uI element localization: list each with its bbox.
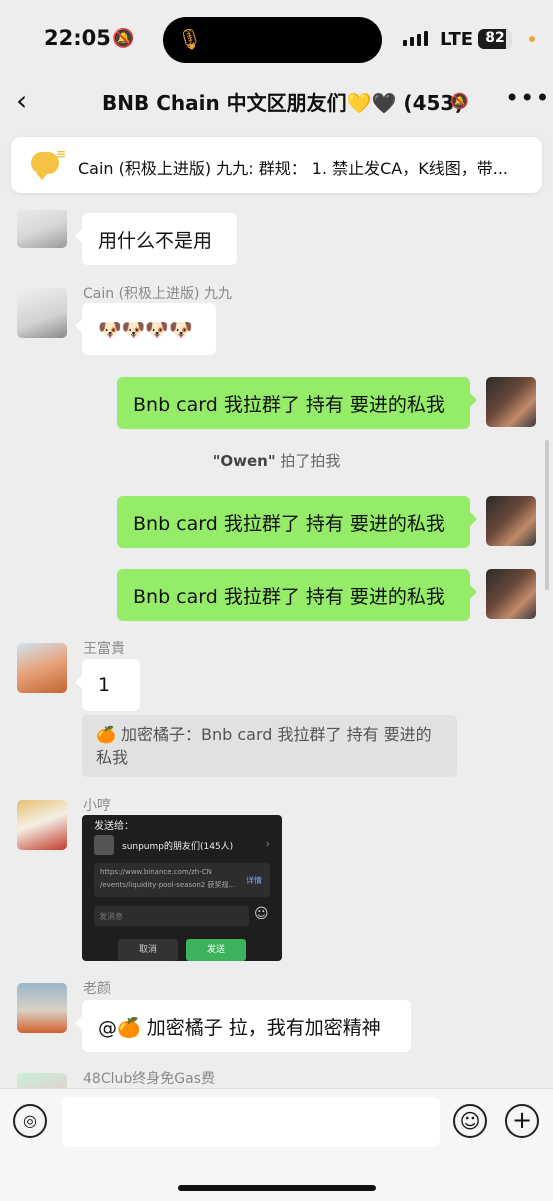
notice-text: Cain (积极上进版) 九九: 群规： 1. 禁止发CA，K线图，带... — [78, 159, 509, 178]
message-bubble-outgoing[interactable]: Bnb card 我拉群了 持有 要进的私我 — [117, 377, 477, 429]
group-notice[interactable]: ≡ Cain (积极上进版) 九九: 群规： 1. 禁止发CA，K线图，带... — [11, 137, 542, 193]
image-send: 发送 — [186, 939, 246, 961]
image-message-box: 发消息 — [94, 906, 249, 926]
group-avatar-icon — [94, 835, 114, 855]
status-bar: 22:05 🔕 🎙 LTE 82 — [0, 0, 553, 80]
image-message[interactable]: 发送给： sunpump的朋友们(145人) › https://www.bin… — [82, 815, 282, 961]
network-type: LTE — [440, 29, 474, 50]
chevron-left-icon[interactable]: ‹ — [16, 84, 27, 117]
message-bubble-outgoing[interactable]: Bnb card 我拉群了 持有 要进的私我 — [117, 496, 477, 548]
chat-header: ‹ BNB Chain 中文区朋友们💛🖤 (453) 🔕 ••• — [0, 80, 553, 124]
smile-icon: ☺ — [254, 906, 269, 922]
voice-icon[interactable]: ◎ — [13, 1104, 47, 1138]
image-details: 详情 — [246, 876, 262, 885]
home-indicator — [178, 1185, 376, 1191]
battery-icon: 82 — [478, 29, 512, 49]
microphone-icon: 🎙 — [177, 27, 203, 51]
pat-action: 拍了拍我 — [275, 452, 341, 470]
announcement-rays: ≡ — [56, 147, 67, 161]
input-bar: ◎ ☺ + — [0, 1088, 553, 1201]
privacy-dot — [529, 36, 535, 42]
image-group-name: sunpump的朋友们(145人) — [122, 842, 234, 852]
mute-icon: 🔕 — [450, 92, 469, 110]
my-avatar[interactable] — [486, 569, 536, 619]
sender-name: 老颜 — [83, 981, 111, 997]
battery-percent: 82 — [485, 30, 505, 46]
dynamic-island: 🎙 — [163, 17, 382, 63]
message-bubble[interactable]: 用什么不是用 — [75, 213, 237, 265]
message-input[interactable] — [62, 1097, 440, 1147]
sender-name: 王富貴 — [83, 641, 125, 657]
bell-off-icon: 🔕 — [112, 28, 135, 49]
message-list[interactable]: 用什么不是用 Cain (积极上进版) 九九 🐶🐶🐶🐶 Bnb card 我拉群… — [0, 210, 553, 1090]
chevron-right-icon: › — [265, 837, 270, 850]
sender-name: 48Club终身免Gas费 — [83, 1071, 215, 1087]
announcement-icon — [31, 152, 59, 180]
status-time: 22:05 — [44, 26, 111, 50]
sender-name: Cain (积极上进版) 九九 — [83, 286, 232, 302]
quoted-message[interactable]: 🍊 加密橘子：Bnb card 我拉群了 持有 要进的私我 — [82, 715, 457, 777]
avatar[interactable] — [17, 800, 67, 850]
more-button[interactable]: ••• — [505, 84, 550, 112]
scrollbar[interactable] — [545, 440, 549, 590]
message-bubble[interactable]: 🐶🐶🐶🐶 — [75, 303, 216, 355]
emoji-icon[interactable]: ☺ — [453, 1104, 487, 1138]
avatar[interactable] — [17, 983, 67, 1033]
system-message: "Owen" 拍了拍我 — [0, 450, 553, 471]
image-placeholder: 发消息 — [99, 912, 123, 921]
chat-title: BNB Chain 中文区朋友们💛🖤 (453) — [102, 91, 464, 115]
signal-icon — [403, 31, 428, 46]
image-cancel: 取消 — [118, 939, 178, 961]
sender-name: 小哼 — [83, 798, 111, 814]
my-avatar[interactable] — [486, 377, 536, 427]
pat-actor: "Owen" — [212, 452, 276, 470]
image-group-row: sunpump的朋友们(145人) › — [94, 835, 270, 857]
plus-icon[interactable]: + — [505, 1104, 539, 1138]
message-bubble[interactable]: @🍊 加密橘子 拉，我有加密精神 — [75, 1000, 411, 1052]
my-avatar[interactable] — [486, 496, 536, 546]
avatar[interactable] — [17, 288, 67, 338]
message-bubble[interactable]: 1 — [75, 659, 140, 711]
image-send-to: 发送给： — [94, 821, 134, 832]
image-link-card: https://www.binance.com/zh-CN /events/li… — [94, 863, 270, 897]
message-bubble-outgoing[interactable]: Bnb card 我拉群了 持有 要进的私我 — [117, 569, 477, 621]
avatar[interactable] — [17, 643, 67, 693]
image-url-line1: https://www.binance.com/zh-CN — [100, 868, 212, 876]
avatar[interactable] — [17, 210, 67, 248]
image-url-line2: /events/liquidity-pool-season2 获奖规... — [100, 881, 236, 889]
